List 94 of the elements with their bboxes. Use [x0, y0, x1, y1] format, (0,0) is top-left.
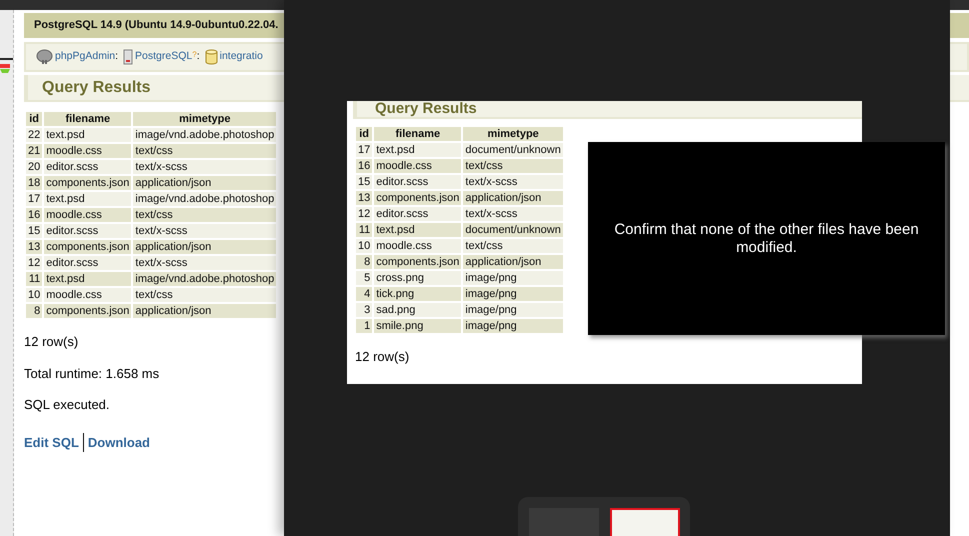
table-cell: 20	[26, 160, 42, 174]
table-cell: 12	[356, 207, 372, 221]
table-cell: text/css	[133, 288, 276, 302]
table-cell: image/vnd.adobe.photoshop	[133, 272, 276, 286]
table-cell: 16	[356, 159, 372, 173]
caption-box: Confirm that none of the other files have been modified.	[588, 142, 945, 335]
table-cell: moodle.css	[374, 239, 462, 253]
table-cell: 1	[356, 319, 372, 333]
table-cell: text/x-scss	[463, 175, 563, 189]
row-count: 12 row(s)	[24, 333, 80, 351]
slide-thumbnail[interactable]	[610, 508, 680, 536]
breadcrumb-link[interactable]: integratio	[220, 49, 263, 65]
breadcrumb-link[interactable]: phpPgAdmin	[55, 49, 116, 65]
table-cell: 22	[26, 128, 42, 142]
table-cell: tick.png	[374, 287, 462, 301]
table-cell: components.json	[44, 240, 132, 254]
runtime-text: Total runtime: 1.658 ms	[24, 364, 160, 382]
table-cell: image/png	[463, 319, 563, 333]
table-cell: 21	[26, 144, 42, 158]
table-cell: components.json	[44, 176, 132, 190]
table-cell: 17	[356, 143, 372, 157]
table-cell: document/unknown	[463, 223, 563, 237]
table-cell: text/x-scss	[463, 207, 563, 221]
table-cell: text/x-scss	[133, 256, 276, 270]
table-cell: text/x-scss	[133, 224, 276, 238]
column-header: filename	[44, 112, 132, 126]
table-cell: moodle.css	[374, 159, 462, 173]
table-cell: text/css	[463, 239, 563, 253]
action-link[interactable]: Download	[82, 432, 150, 452]
table-cell: application/json	[463, 191, 563, 205]
table-cell: application/json	[133, 176, 276, 190]
database-icon	[204, 49, 218, 65]
table-cell: 5	[356, 271, 372, 285]
table-cell: document/unknown	[463, 143, 563, 157]
breadcrumb-link[interactable]: PostgreSQL	[135, 49, 192, 65]
table-cell: image/png	[463, 271, 563, 285]
table-cell: 15	[356, 175, 372, 189]
table-cell: 4	[356, 287, 372, 301]
table-cell: 11	[26, 272, 42, 286]
table-cell: application/json	[133, 240, 276, 254]
table-cell: 13	[356, 191, 372, 205]
table-cell: 8	[26, 304, 42, 318]
table-cell: 15	[26, 224, 42, 238]
table-cell: image/vnd.adobe.photoshop	[133, 128, 276, 142]
slide-heading-bar: Query Results	[353, 101, 862, 119]
table-cell: editor.scss	[374, 175, 462, 189]
table-cell: components.json	[374, 255, 462, 269]
table-cell: 18	[26, 176, 42, 190]
table-cell: image/vnd.adobe.photoshop	[133, 192, 276, 206]
table-cell: 13	[26, 240, 42, 254]
table-cell: image/png	[463, 287, 563, 301]
action-link[interactable]: Edit SQL	[24, 432, 79, 452]
table-cell: sad.png	[374, 303, 462, 317]
table-cell: editor.scss	[44, 160, 132, 174]
table-cell: text.psd	[44, 128, 132, 142]
table-cell: 10	[356, 239, 372, 253]
table-cell: text.psd	[374, 223, 462, 237]
table-cell: text.psd	[374, 143, 462, 157]
breadcrumb-separator: :	[115, 49, 118, 64]
table-cell: text/x-scss	[133, 160, 276, 174]
table-cell: 11	[356, 223, 372, 237]
table-cell: 16	[26, 208, 42, 222]
table-cell: cross.png	[374, 271, 462, 285]
column-header: filename	[374, 127, 462, 141]
table-cell: 12	[26, 256, 42, 270]
column-header: mimetype	[463, 127, 563, 141]
table-cell: moodle.css	[44, 144, 132, 158]
table-cell: image/png	[463, 303, 563, 317]
table-cell: 10	[26, 288, 42, 302]
table-cell: application/json	[463, 255, 563, 269]
slide-row-count: 12 row(s)	[355, 348, 410, 366]
breadcrumb-separator: :	[196, 49, 200, 64]
table-cell: smile.png	[374, 319, 462, 333]
table-cell: 3	[356, 303, 372, 317]
status-text: SQL executed.	[24, 396, 111, 414]
table-cell: application/json	[133, 304, 276, 318]
column-header: id	[356, 127, 372, 141]
table-cell: components.json	[44, 304, 132, 318]
table-cell: text/css	[463, 159, 563, 173]
column-header: mimetype	[133, 112, 276, 126]
table-cell: editor.scss	[44, 224, 132, 238]
table-cell: text/css	[133, 208, 276, 222]
table-cell: moodle.css	[44, 208, 132, 222]
table-cell: components.json	[374, 191, 462, 205]
table-cell: text/css	[133, 144, 276, 158]
table-cell: 17	[26, 192, 42, 206]
table-cell: moodle.css	[44, 288, 132, 302]
table-cell: text.psd	[44, 272, 132, 286]
column-header: id	[26, 112, 42, 126]
table-cell: editor.scss	[44, 256, 132, 270]
table-cell: editor.scss	[374, 207, 462, 221]
table-cell: text.psd	[44, 192, 132, 206]
table-cell: 8	[356, 255, 372, 269]
server-icon	[123, 49, 134, 65]
